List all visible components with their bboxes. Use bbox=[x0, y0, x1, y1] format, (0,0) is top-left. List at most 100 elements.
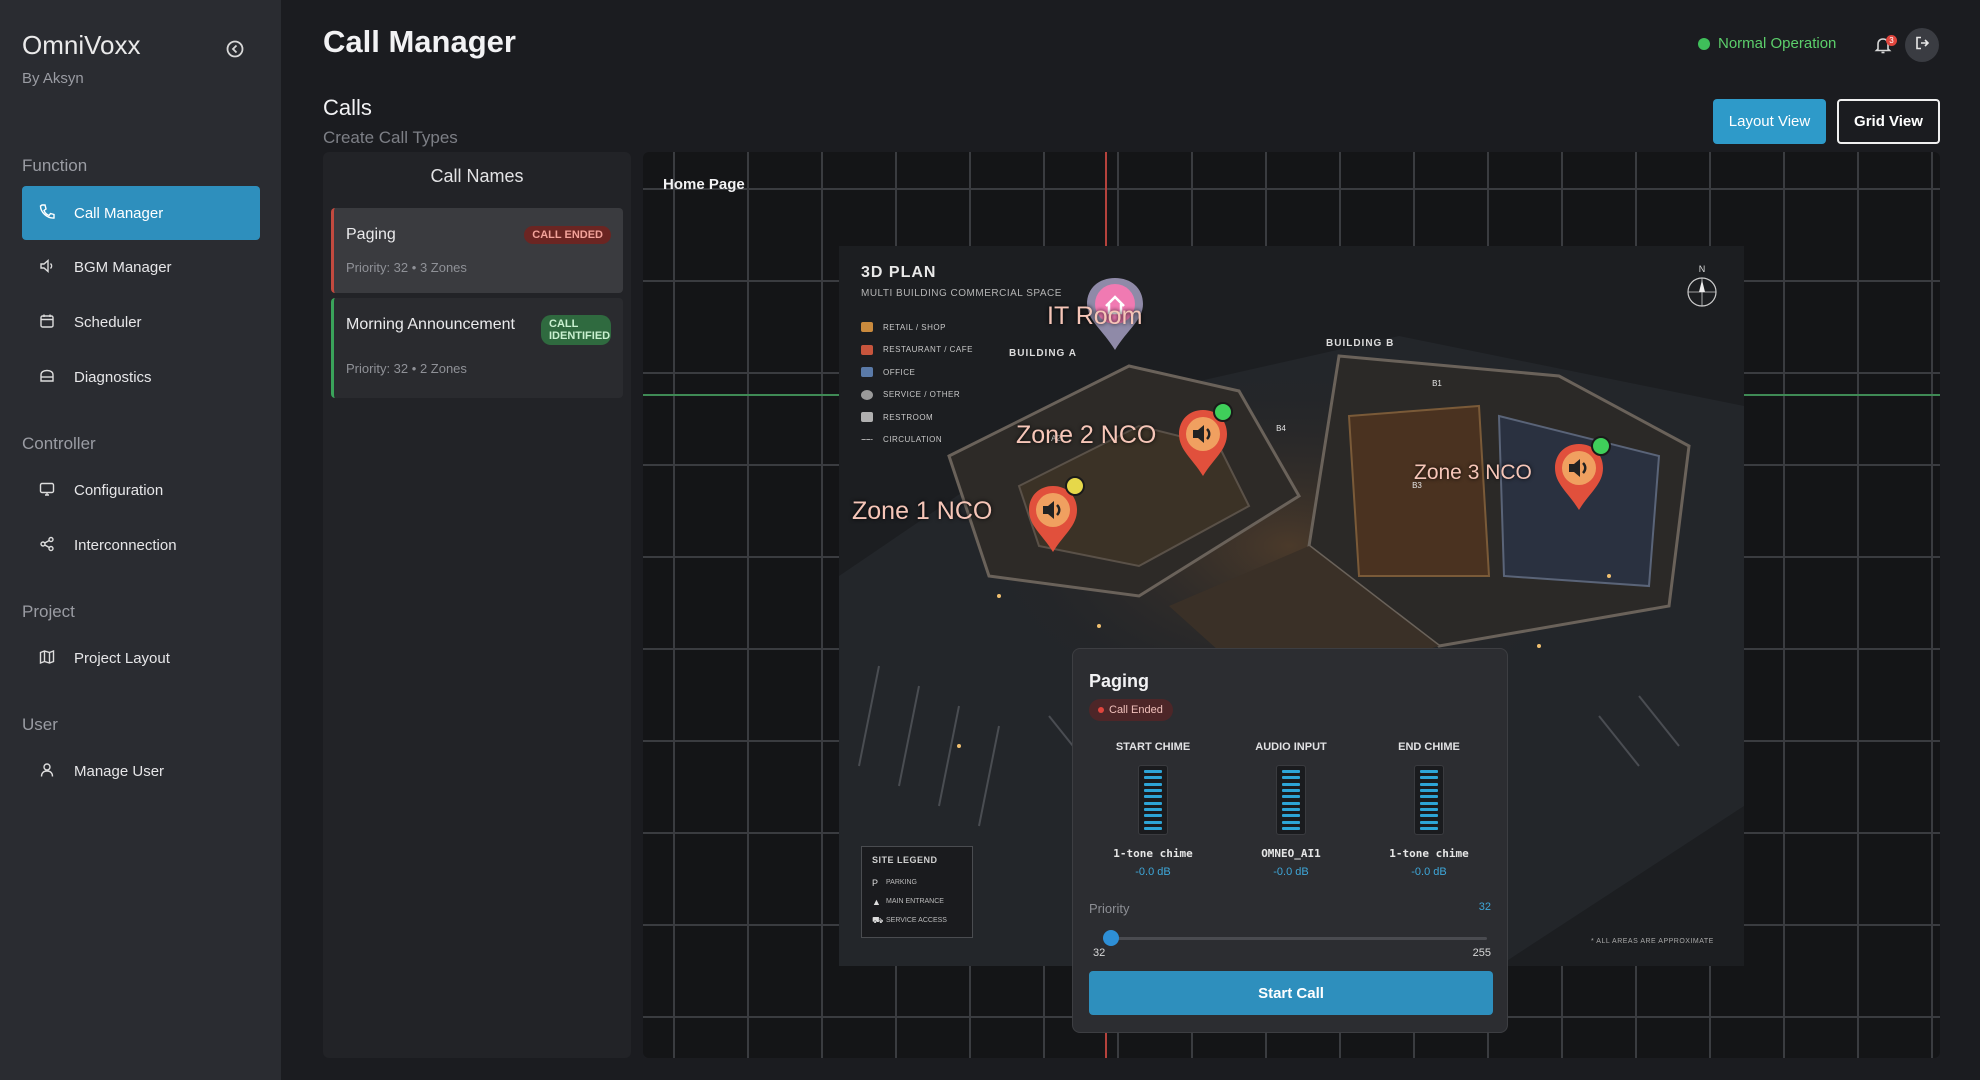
share-icon bbox=[38, 535, 58, 555]
svg-text:B1: B1 bbox=[1432, 379, 1442, 388]
legend-label: OFFICE bbox=[883, 367, 916, 377]
site-legend-title: SITE LEGEND bbox=[872, 855, 938, 865]
circulation-icon bbox=[861, 439, 873, 441]
legend-item: RETAIL / SHOP bbox=[861, 316, 973, 339]
sidebar: OmniVoxx By Aksyn Function Call Manager … bbox=[0, 0, 281, 1080]
restroom-icon bbox=[861, 412, 873, 423]
priority-value: 32 bbox=[1478, 901, 1491, 913]
plan-legend: RETAIL / SHOP RESTAURANT / CAFE OFFICE S… bbox=[861, 316, 973, 451]
priority-slider[interactable] bbox=[1103, 930, 1487, 946]
parking-icon: P bbox=[872, 877, 879, 888]
site-legend-label: MAIN ENTRANCE bbox=[886, 898, 944, 905]
collapse-sidebar-icon[interactable] bbox=[224, 38, 246, 60]
sidebar-item-label: Scheduler bbox=[74, 313, 142, 331]
compass-icon: N bbox=[1684, 264, 1720, 314]
speaker-icon bbox=[38, 257, 58, 277]
start-call-button[interactable]: Start Call bbox=[1089, 971, 1493, 1015]
zone-label-zone-3: Zone 3 NCO bbox=[1414, 461, 1532, 484]
entrance-icon: ▲ bbox=[872, 896, 881, 907]
section-function: Function bbox=[22, 156, 88, 175]
separator-dot: • bbox=[411, 361, 420, 376]
section-project: Project bbox=[22, 602, 75, 621]
call-meta: Priority: 32 • 3 Zones bbox=[346, 260, 467, 275]
calendar-icon bbox=[38, 312, 58, 332]
compass-label: N bbox=[1698, 264, 1706, 274]
sidebar-item-label: Call Manager bbox=[74, 204, 164, 222]
sidebar-item-label: Project Layout bbox=[74, 649, 170, 667]
sidebar-item-label: Interconnection bbox=[74, 536, 177, 554]
gain-value: -0.0 dB bbox=[1411, 866, 1447, 878]
call-names-title: Call Names bbox=[430, 166, 524, 186]
site-legend-label: PARKING bbox=[886, 879, 917, 886]
sidebar-item-project-layout[interactable]: Project Layout bbox=[22, 631, 260, 685]
sidebar-item-bgm-manager[interactable]: BGM Manager bbox=[22, 240, 260, 294]
call-status-badge: Call Ended bbox=[1089, 699, 1173, 721]
sidebar-item-interconnection[interactable]: Interconnection bbox=[22, 518, 260, 572]
sidebar-item-configuration[interactable]: Configuration bbox=[22, 463, 260, 517]
call-name: Paging bbox=[346, 226, 396, 243]
app-name: OmniVoxx bbox=[22, 30, 141, 60]
site-legend-item: P PARKING bbox=[872, 873, 962, 892]
level-meter bbox=[1138, 765, 1168, 835]
section-user: User bbox=[22, 715, 58, 734]
column-title: START CHIME bbox=[1115, 741, 1191, 753]
sidebar-item-label: Configuration bbox=[74, 481, 164, 499]
popup-title: Paging bbox=[1089, 671, 1150, 691]
zone-1-status-dot bbox=[1065, 476, 1085, 496]
plan-title: 3D PLAN bbox=[861, 264, 937, 281]
app-subtitle: By Aksyn bbox=[22, 70, 84, 87]
priority-min: 32 bbox=[1093, 947, 1106, 959]
call-zones: 2 Zones bbox=[419, 361, 467, 376]
site-legend-item: ▲ MAIN ENTRANCE bbox=[872, 892, 962, 911]
call-names-panel: Call Names Paging CALL ENDED Priority: 3… bbox=[323, 152, 631, 1058]
sidebar-item-manage-user[interactable]: Manage User bbox=[22, 744, 260, 798]
plan-subtitle: MULTI BUILDING COMMERCIAL SPACE bbox=[861, 288, 1062, 299]
column-title: AUDIO INPUT bbox=[1255, 741, 1327, 753]
call-card-paging[interactable]: Paging CALL ENDED Priority: 32 • 3 Zones bbox=[331, 208, 623, 293]
legend-item: RESTAURANT / CAFE bbox=[861, 339, 973, 362]
call-card-morning-announcement[interactable]: Morning Announcement CALL IDENTIFIED Pri… bbox=[331, 298, 623, 398]
priority-slider-thumb[interactable] bbox=[1103, 930, 1119, 946]
status-dot-icon bbox=[1698, 37, 1710, 50]
building-a-label: BUILDING A bbox=[1009, 348, 1077, 359]
page-label: Home Page bbox=[663, 176, 745, 193]
user-icon bbox=[38, 761, 58, 781]
service-icon bbox=[861, 389, 873, 400]
map-icon bbox=[38, 648, 58, 668]
legend-label: RESTAURANT / CAFE bbox=[883, 345, 973, 355]
source-name: 1-tone chime bbox=[1113, 847, 1193, 860]
site-legend: SITE LEGEND P PARKING ▲ MAIN ENTRANCE ⛟ SER… bbox=[861, 846, 973, 938]
sidebar-item-scheduler[interactable]: Scheduler bbox=[22, 295, 260, 349]
sidebar-item-diagnostics[interactable]: Diagnostics bbox=[22, 350, 260, 404]
status-badge: CALL IDENTIFIED bbox=[541, 315, 611, 345]
gain-value: -0.0 dB bbox=[1135, 866, 1171, 878]
grid-view-button[interactable]: Grid View bbox=[1837, 99, 1940, 144]
source-name: OMNEO_AI1 bbox=[1261, 847, 1321, 860]
column-title: END CHIME bbox=[1398, 741, 1460, 753]
zone-label-it-room: IT Room bbox=[1047, 302, 1143, 330]
legend-item: RESTROOM bbox=[861, 406, 973, 429]
zone-label-zone-2: Zone 2 NCO bbox=[1016, 421, 1157, 449]
zone-2-status-dot bbox=[1213, 402, 1233, 422]
phone-icon bbox=[38, 203, 58, 223]
building-b-label: BUILDING B bbox=[1326, 338, 1395, 349]
gain-value: -0.0 dB bbox=[1273, 866, 1309, 878]
legend-label: RETAIL / SHOP bbox=[883, 322, 946, 332]
sidebar-item-label: BGM Manager bbox=[74, 258, 172, 276]
legend-label: RESTROOM bbox=[883, 412, 934, 422]
retail-icon bbox=[861, 322, 873, 333]
approx-note: * ALL AREAS ARE APPROXIMATE bbox=[1591, 938, 1714, 945]
sidebar-item-label: Manage User bbox=[74, 762, 165, 780]
status-text: Normal Operation bbox=[1718, 35, 1837, 52]
audio-input-column: AUDIO INPUT OMNEO_AI1 -0.0 dB bbox=[1221, 741, 1361, 878]
diagnostics-icon bbox=[38, 367, 58, 387]
layout-view-button[interactable]: Layout View bbox=[1713, 99, 1826, 144]
call-name: Morning Announcement bbox=[346, 316, 515, 333]
page-title: Call Manager bbox=[323, 24, 516, 59]
logout-button[interactable] bbox=[1905, 28, 1939, 62]
notification-badge: 3 bbox=[1886, 35, 1897, 46]
sidebar-item-call-manager[interactable]: Call Manager bbox=[22, 186, 260, 240]
level-meter bbox=[1414, 765, 1444, 835]
section-controller: Controller bbox=[22, 434, 96, 453]
call-zones: 3 Zones bbox=[419, 260, 467, 275]
